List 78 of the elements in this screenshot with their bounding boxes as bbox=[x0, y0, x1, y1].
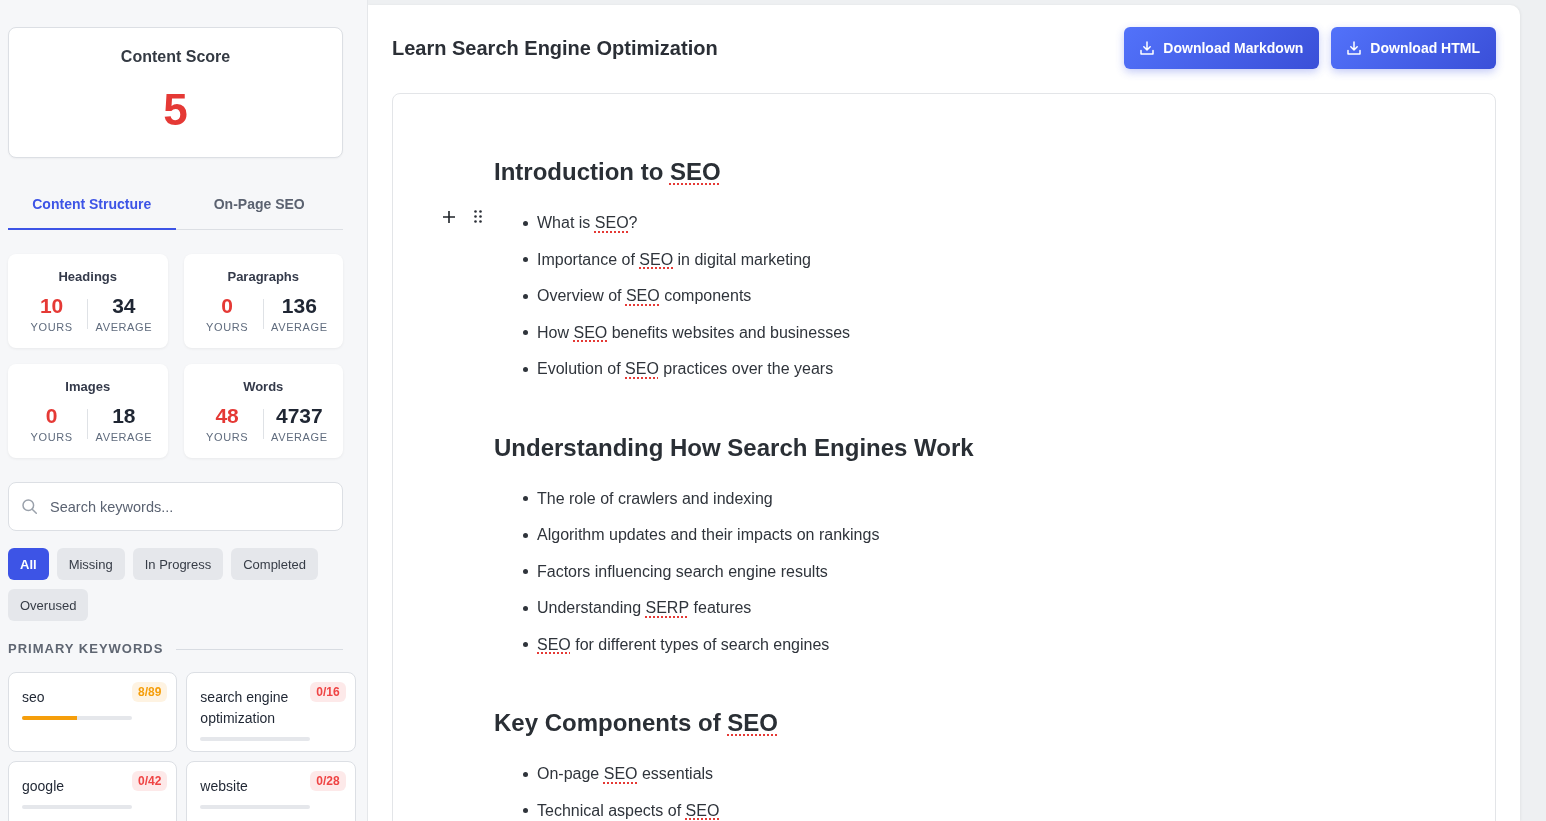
yours-label: YOURS bbox=[206, 320, 249, 334]
yours-value: 10 bbox=[39, 294, 64, 318]
list-item-text: Algorithm updates and their impacts on rankings bbox=[537, 525, 880, 545]
keyword-card[interactable]: google 0/42 bbox=[8, 761, 178, 821]
keyword-count: 0/28 bbox=[310, 771, 346, 791]
average-value: 4737 bbox=[276, 404, 323, 428]
keyword-card[interactable]: seo 8/89 bbox=[8, 672, 178, 752]
average-value: 34 bbox=[112, 294, 136, 318]
bullet-icon bbox=[523, 496, 528, 502]
list-item-text: Evolution of SEO practices over the years bbox=[537, 359, 834, 379]
search-field[interactable]: Search keywords... bbox=[8, 482, 343, 531]
list-item-text: SEO for different types of search engines bbox=[537, 634, 830, 655]
average-label: AVERAGE bbox=[95, 430, 153, 444]
filter-chip[interactable]: Completed bbox=[231, 548, 319, 580]
tab[interactable]: On-Page SEO bbox=[175, 182, 343, 230]
filter-chip[interactable]: In Progress bbox=[132, 548, 224, 580]
keyword-name: seo bbox=[22, 688, 46, 707]
list-item-text: On-page SEO essentials bbox=[537, 764, 714, 784]
keyword-card[interactable]: website 0/28 bbox=[186, 761, 356, 821]
yours-label: YOURS bbox=[30, 320, 73, 334]
average-label: AVERAGE bbox=[95, 320, 153, 334]
bullet-icon bbox=[523, 257, 528, 263]
bullet-icon bbox=[523, 808, 528, 814]
keyword-card[interactable]: search engine optimization 0/16 bbox=[186, 672, 356, 752]
download-button[interactable]: Download Markdown bbox=[1124, 27, 1320, 69]
bullet-icon bbox=[523, 605, 528, 611]
bullet-icon bbox=[523, 642, 528, 648]
keyword-name: website bbox=[200, 777, 249, 796]
section-title: PRIMARY KEYWORDS bbox=[8, 641, 164, 657]
average-label: AVERAGE bbox=[271, 430, 328, 444]
filter-chip[interactable]: Missing bbox=[56, 548, 125, 580]
yours-value: 48 bbox=[215, 404, 239, 428]
average-value: 18 bbox=[112, 404, 136, 428]
bullet-icon bbox=[523, 569, 528, 575]
bullet-icon bbox=[523, 330, 528, 336]
keyword-name: google bbox=[22, 777, 66, 796]
plus-icon[interactable] bbox=[443, 210, 455, 223]
bullet-icon bbox=[523, 220, 528, 226]
search-icon bbox=[22, 499, 37, 514]
score-value: 5 bbox=[163, 86, 188, 134]
keyword-count: 8/89 bbox=[132, 682, 168, 702]
list-item-text: What is SEO? bbox=[537, 213, 638, 233]
filter-chip[interactable]: All bbox=[8, 548, 49, 580]
stat-title: Headings bbox=[58, 268, 117, 286]
tab[interactable]: Content Structure bbox=[8, 182, 176, 230]
yours-label: YOURS bbox=[206, 430, 249, 444]
filter-chip[interactable]: Overused bbox=[8, 589, 89, 621]
stat-title: Images bbox=[65, 378, 111, 396]
yours-value: 0 bbox=[45, 404, 58, 428]
keyword-count: 0/16 bbox=[310, 682, 346, 702]
list-item-text: Technical aspects of SEO bbox=[537, 800, 720, 821]
stat-title: Words bbox=[243, 378, 284, 396]
drag-handle-icon[interactable] bbox=[474, 210, 482, 223]
keyword-count: 0/42 bbox=[132, 771, 168, 791]
average-value: 136 bbox=[281, 294, 317, 318]
bullet-icon bbox=[523, 293, 528, 299]
stat-title: Paragraphs bbox=[227, 268, 299, 286]
list-item-text: The role of crawlers and indexing bbox=[537, 488, 773, 509]
document-title: Learn Search Engine Optimization bbox=[392, 36, 718, 60]
average-label: AVERAGE bbox=[271, 320, 328, 334]
section-heading: Key Components of SEO bbox=[494, 708, 780, 738]
download-icon bbox=[1347, 41, 1362, 55]
list-item-text: Understanding SERP features bbox=[537, 598, 752, 618]
bullet-icon bbox=[523, 771, 528, 777]
bullet-icon bbox=[523, 366, 528, 372]
yours-label: YOURS bbox=[30, 430, 73, 444]
section-heading: Understanding How Search Engines Work bbox=[494, 432, 975, 463]
list-item-text: Factors influencing search engine results bbox=[537, 561, 828, 582]
score-label: Content Score bbox=[120, 47, 231, 67]
list-item-text: Importance of SEO in digital marketing bbox=[537, 249, 811, 270]
download-icon bbox=[1140, 41, 1155, 55]
keyword-name: search engine optimization bbox=[200, 688, 290, 728]
list-item-text: Overview of SEO components bbox=[537, 286, 752, 306]
section-heading: Introduction to SEO bbox=[494, 157, 722, 187]
yours-value: 0 bbox=[221, 294, 233, 318]
bullet-icon bbox=[523, 532, 528, 538]
download-button[interactable]: Download HTML bbox=[1331, 27, 1496, 69]
list-item-text: How SEO benefits websites and businesses bbox=[537, 322, 851, 343]
